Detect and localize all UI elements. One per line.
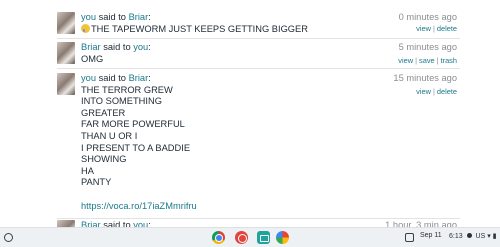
- message-line: INTO SOMETHING: [81, 96, 162, 107]
- recipient-link[interactable]: you: [133, 42, 148, 52]
- notification-dot-icon: [466, 233, 472, 238]
- separator: |: [415, 56, 418, 65]
- message-line: HA: [81, 165, 94, 176]
- message-line: FAR MORE POWERFUL: [81, 119, 185, 130]
- sender-link[interactable]: you: [81, 73, 96, 83]
- separator: |: [436, 56, 439, 65]
- date[interactable]: Sep 11: [420, 232, 442, 239]
- delete-link[interactable]: delete: [437, 24, 457, 33]
- recipient-link[interactable]: Briar: [129, 12, 149, 22]
- sender-link[interactable]: you: [81, 12, 96, 22]
- red-app-icon[interactable]: [235, 231, 248, 244]
- view-link[interactable]: view: [416, 87, 431, 96]
- said-to-text: said to: [100, 42, 134, 52]
- timestamp: 0 minutes ago: [398, 12, 457, 22]
- photos-icon[interactable]: [276, 231, 289, 244]
- message-line: SHOWING: [81, 154, 127, 165]
- os-shelf: Sep 11 6:13 US ▾ ▮: [0, 227, 500, 247]
- separator: |: [432, 87, 435, 96]
- voice-note-link[interactable]: https://voca.ro/17iaZMmrifru: [81, 201, 460, 213]
- message-line: PANTY: [81, 177, 112, 188]
- colon: :: [148, 42, 151, 52]
- avatar[interactable]: [57, 73, 75, 95]
- message-actions: view | save | trash: [398, 56, 457, 65]
- teal-app-icon[interactable]: [257, 231, 270, 244]
- divider: [57, 218, 460, 219]
- sender-link[interactable]: Briar: [81, 42, 101, 52]
- message-line: I PRESENT TO A BADDIE: [81, 142, 191, 153]
- colon: :: [148, 73, 151, 83]
- message-actions: view | delete: [416, 24, 457, 33]
- message-body: you said to Briar: THE TERROR GREW INTO …: [81, 73, 460, 212]
- launcher-icon[interactable]: [4, 233, 13, 242]
- region-label: US: [475, 233, 486, 240]
- divider: [57, 38, 460, 39]
- divider: [57, 68, 460, 69]
- view-link[interactable]: view: [416, 24, 431, 33]
- clock: 6:13: [449, 233, 463, 240]
- crying-face-icon: [81, 23, 90, 33]
- wifi-icon: ▾: [487, 233, 491, 240]
- delete-link[interactable]: delete: [437, 87, 457, 96]
- said-to-text: said to: [96, 73, 129, 83]
- save-link[interactable]: save: [419, 56, 435, 65]
- colon: :: [148, 12, 151, 22]
- separator: |: [432, 24, 435, 33]
- said-to-text: said to: [96, 12, 129, 22]
- avatar[interactable]: [57, 42, 75, 64]
- chrome-icon[interactable]: [212, 231, 225, 244]
- message-line: GREATER: [81, 107, 126, 118]
- clipboard-icon[interactable]: [405, 233, 414, 242]
- message-line: THAN U OR I: [81, 130, 138, 141]
- recipient-link[interactable]: Briar: [129, 73, 149, 83]
- trash-link[interactable]: trash: [441, 56, 457, 65]
- timestamp: 5 minutes ago: [398, 42, 457, 52]
- view-link[interactable]: view: [398, 56, 413, 65]
- message-actions: view | delete: [416, 87, 457, 96]
- message-line: THE TAPEWORM JUST KEEPS GETTING BIGGER: [91, 23, 308, 34]
- message-line: THE TERROR GREW: [81, 84, 173, 95]
- avatar[interactable]: [57, 12, 75, 34]
- status-area[interactable]: 6:13 US ▾ ▮: [449, 232, 497, 240]
- battery-icon: ▮: [492, 233, 497, 240]
- message-text: THE TAPEWORM JUST KEEPS GETTING BIGGER: [81, 23, 460, 36]
- timestamp: 15 minutes ago: [393, 73, 457, 83]
